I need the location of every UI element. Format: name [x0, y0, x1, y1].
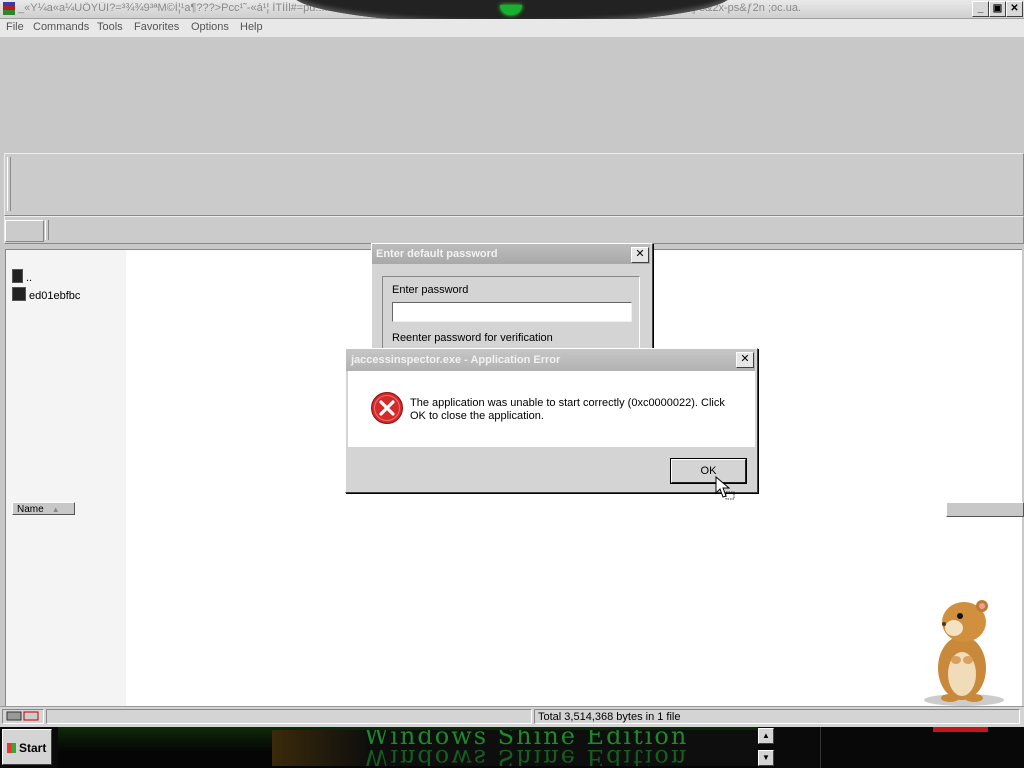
- column-header-name[interactable]: Name ▲: [12, 502, 75, 515]
- file-icon: [12, 287, 26, 301]
- status-drive-cell[interactable]: [2, 709, 44, 724]
- hamster-mascot: [924, 600, 1004, 706]
- error-icon: [371, 392, 403, 424]
- error-message: The application was unable to start corr…: [410, 397, 725, 422]
- menu-file[interactable]: File: [6, 21, 24, 33]
- reenter-password-label: Reenter password for verification: [392, 332, 553, 344]
- system-tray[interactable]: [820, 727, 1024, 768]
- list-item[interactable]: ed01ebfbc: [12, 287, 80, 302]
- toolbar-area: [0, 37, 1024, 152]
- error-dialog-body: The application was unable to start corr…: [348, 371, 755, 447]
- title-bar[interactable]: _«Y¼a«a¼UÖYÜI?=³¾¾9³ªM©Ì¦¹a¶???>Pcc¹˜-«á…: [0, 0, 1024, 24]
- password-dialog-close-button[interactable]: ✕: [631, 247, 649, 263]
- tray-indicator: [933, 727, 988, 732]
- file-list-pane[interactable]: .. ed01ebfbc: [5, 249, 127, 706]
- list-item[interactable]: ..: [12, 269, 32, 284]
- close-button[interactable]: ✕: [1006, 1, 1023, 17]
- maximize-button[interactable]: ▣: [989, 1, 1006, 17]
- column-header-label: Name: [17, 504, 44, 515]
- menu-help[interactable]: Help: [240, 21, 263, 33]
- file-name: ..: [26, 272, 33, 284]
- start-label: Start: [19, 741, 47, 755]
- password-label: Enter password: [392, 284, 469, 296]
- start-button[interactable]: Start: [2, 729, 52, 765]
- banner-text-reflection: Windows Shine Edition: [364, 744, 689, 766]
- status-selection-cell: [46, 709, 532, 724]
- folder-up-icon: [12, 269, 23, 283]
- mouse-cursor-icon: [715, 476, 735, 500]
- address-band: [4, 216, 1024, 244]
- column-header[interactable]: [946, 502, 1024, 517]
- toolbar-grip[interactable]: [7, 157, 11, 211]
- menu-bar: File Commands Tools Favorites Options He…: [0, 19, 1024, 37]
- status-total: Total 3,514,368 bytes in 1 file: [534, 709, 1020, 724]
- toolbar-band: [4, 153, 1024, 216]
- password-input[interactable]: [392, 302, 632, 322]
- sort-ascending-icon: ▲: [51, 505, 60, 514]
- error-dialog: jaccessinspector.exe - Application Error…: [345, 348, 758, 493]
- status-bar: Total 3,514,368 bytes in 1 file: [0, 706, 1024, 727]
- error-dialog-title: jaccessinspector.exe - Application Error: [346, 349, 755, 371]
- drive-icon: [6, 711, 39, 721]
- minimize-button[interactable]: _: [972, 1, 989, 17]
- file-name: ed01ebfbc: [29, 290, 81, 302]
- error-dialog-close-button[interactable]: ✕: [736, 352, 754, 368]
- menu-commands[interactable]: Commands: [33, 21, 89, 33]
- menu-favorites[interactable]: Favorites: [134, 21, 179, 33]
- app-icon: [3, 2, 15, 15]
- start-flag-icon: [7, 743, 16, 753]
- menu-tools[interactable]: Tools: [97, 21, 123, 33]
- taskbar-scroll-down[interactable]: ▼: [758, 750, 774, 766]
- address-band-grip[interactable]: [45, 220, 49, 240]
- address-band-button[interactable]: [5, 220, 44, 242]
- password-dialog-title: Enter default password: [372, 244, 650, 264]
- theme-banner: Windows Shine Edition Windows Shine Edit…: [272, 730, 758, 766]
- taskbar-scroll-up[interactable]: ▲: [758, 728, 774, 744]
- menu-options[interactable]: Options: [191, 21, 229, 33]
- password-dialog: Enter default password ✕ Enter password …: [371, 243, 653, 358]
